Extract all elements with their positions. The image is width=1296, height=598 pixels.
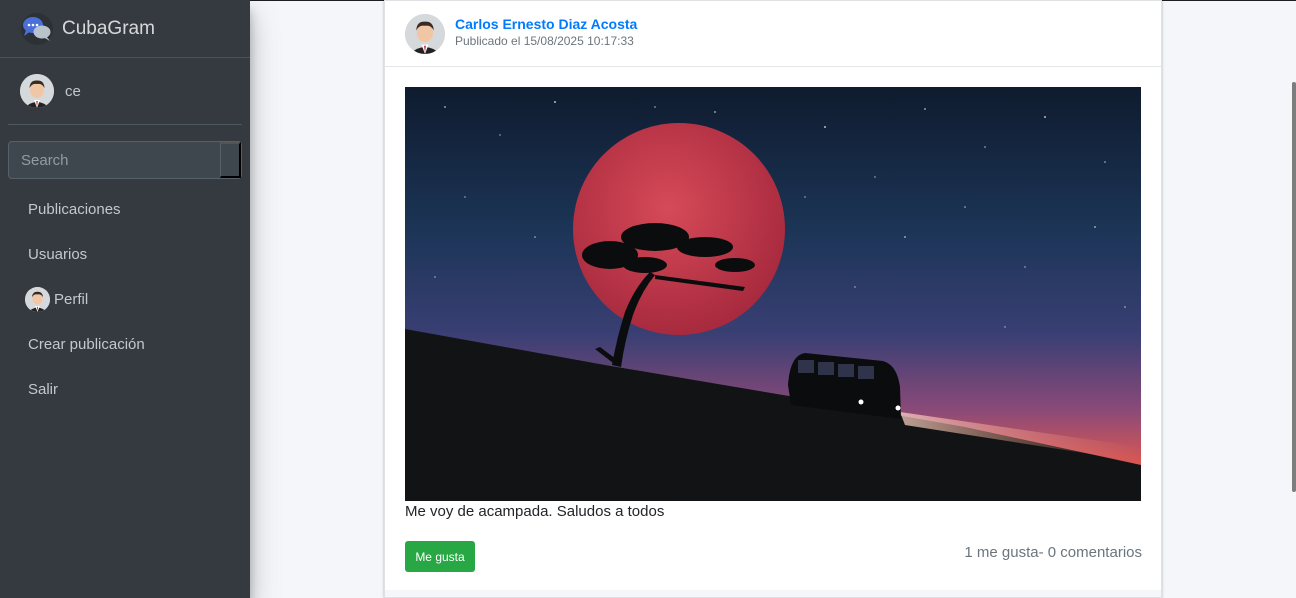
brand-link[interactable]: CubaGram — [0, 0, 250, 58]
avatar-icon — [25, 287, 50, 312]
brand-text: CubaGram — [62, 17, 155, 39]
sidebar-nav: Publicaciones Usuarios Perfil Crear publ… — [8, 187, 242, 412]
sidebar-item-label: Perfil — [54, 291, 89, 308]
sidebar-item-crear-publicacion[interactable]: Crear publicación — [8, 322, 242, 367]
search-box — [8, 141, 242, 179]
post-date: Publicado el 15/08/2025 10:17:33 — [455, 33, 634, 48]
user-avatar — [20, 74, 54, 108]
post-card: Carlos Ernesto Diaz Acosta Publicado el … — [384, 0, 1162, 598]
search-button[interactable] — [220, 142, 241, 178]
page-scrollbar[interactable] — [1292, 82, 1296, 492]
post-header: Carlos Ernesto Diaz Acosta Publicado el … — [385, 1, 1161, 67]
post-image — [405, 87, 1141, 501]
sidebar-item-usuarios[interactable]: Usuarios — [8, 232, 242, 277]
card-bottom-divider — [385, 590, 1161, 597]
sidebar: CubaGram ce Publicaciones Usuarios — [0, 0, 250, 598]
post-meta: Carlos Ernesto Diaz Acosta Publicado el … — [455, 16, 637, 48]
sidebar-item-salir[interactable]: Salir — [8, 367, 242, 412]
sidebar-item-label: Publicaciones — [28, 201, 121, 218]
post-caption: Me voy de acampada. Saludos a todos — [405, 503, 665, 520]
post-stats[interactable]: 1 me gusta- 0 comentarios — [964, 544, 1142, 561]
search-input[interactable] — [9, 142, 220, 178]
author-avatar[interactable] — [405, 13, 445, 54]
sidebar-item-perfil[interactable]: Perfil — [8, 277, 242, 322]
author-name-link[interactable]: Carlos Ernesto Diaz Acosta — [455, 16, 637, 32]
user-panel[interactable]: ce — [8, 58, 242, 125]
sidebar-item-label: Usuarios — [28, 246, 88, 263]
main-content: Carlos Ernesto Diaz Acosta Publicado el … — [250, 0, 1296, 598]
sidebar-item-label: Salir — [28, 381, 59, 398]
sidebar-item-publicaciones[interactable]: Publicaciones — [8, 187, 242, 232]
like-button[interactable]: Me gusta — [405, 541, 475, 572]
user-name: ce — [65, 82, 81, 100]
sidebar-item-label: Crear publicación — [28, 336, 145, 353]
chat-bubbles-logo-icon — [20, 12, 54, 46]
